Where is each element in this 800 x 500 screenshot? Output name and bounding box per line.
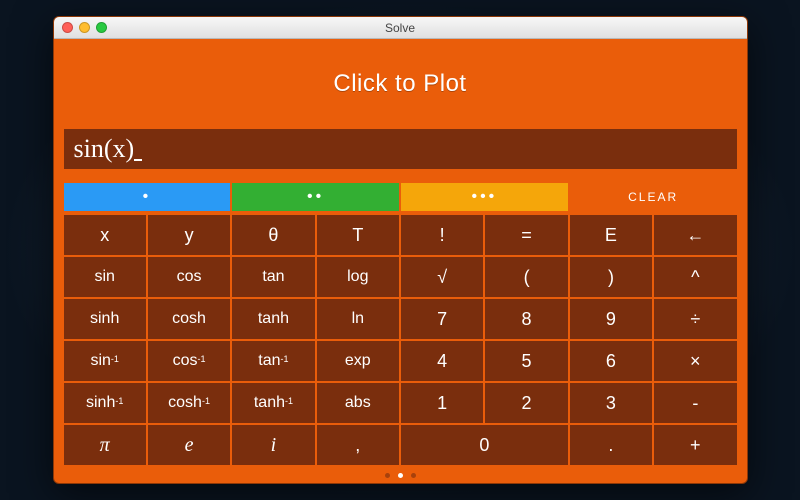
group-tab-3[interactable]: ••• xyxy=(401,183,568,211)
group-tab-1[interactable]: • xyxy=(64,183,231,211)
key-sin[interactable]: sin xyxy=(64,257,146,297)
window-title: Solve xyxy=(54,21,747,35)
plot-button[interactable]: Click to Plot xyxy=(54,39,747,129)
key-E[interactable]: E xyxy=(570,215,652,255)
keypad: x y θ T ! = E ← sin cos tan log √ ( ) ^ … xyxy=(64,215,737,465)
app-window: Solve Click to Plot sin(x) • •• ••• CLEA… xyxy=(53,16,748,484)
cursor-icon xyxy=(134,159,142,161)
page-dot-0[interactable] xyxy=(385,473,390,478)
key-cos[interactable]: cos xyxy=(148,257,230,297)
key-1[interactable]: 1 xyxy=(401,383,483,423)
plot-label: Click to Plot xyxy=(333,70,466,98)
key-multiply[interactable]: × xyxy=(654,341,736,381)
key-factorial[interactable]: ! xyxy=(401,215,483,255)
key-sqrt[interactable]: √ xyxy=(401,257,483,297)
key-tan[interactable]: tan xyxy=(232,257,314,297)
key-plus[interactable]: + xyxy=(654,425,736,465)
page-indicator xyxy=(54,467,747,483)
key-2[interactable]: 2 xyxy=(485,383,567,423)
key-5[interactable]: 5 xyxy=(485,341,567,381)
key-7[interactable]: 7 xyxy=(401,299,483,339)
key-log[interactable]: log xyxy=(317,257,399,297)
key-asinh[interactable]: sinh-1 xyxy=(64,383,146,423)
key-comma[interactable]: , xyxy=(317,425,399,465)
key-e[interactable]: e xyxy=(148,425,230,465)
key-theta[interactable]: θ xyxy=(232,215,314,255)
key-x[interactable]: x xyxy=(64,215,146,255)
key-i[interactable]: i xyxy=(232,425,314,465)
clear-button[interactable]: CLEAR xyxy=(570,183,737,211)
key-power[interactable]: ^ xyxy=(654,257,736,297)
key-exp[interactable]: exp xyxy=(317,341,399,381)
expression-text: sin(x) xyxy=(74,134,143,164)
key-rparen[interactable]: ) xyxy=(570,257,652,297)
key-atanh[interactable]: tanh-1 xyxy=(232,383,314,423)
key-abs[interactable]: abs xyxy=(317,383,399,423)
page-dot-1[interactable] xyxy=(398,473,403,478)
key-asin[interactable]: sin-1 xyxy=(64,341,146,381)
group-row: • •• ••• CLEAR xyxy=(64,183,737,211)
key-decimal[interactable]: . xyxy=(570,425,652,465)
key-tanh[interactable]: tanh xyxy=(232,299,314,339)
key-3[interactable]: 3 xyxy=(570,383,652,423)
key-9[interactable]: 9 xyxy=(570,299,652,339)
key-4[interactable]: 4 xyxy=(401,341,483,381)
titlebar: Solve xyxy=(54,17,747,39)
expression-input[interactable]: sin(x) xyxy=(64,129,737,169)
key-divide[interactable]: ÷ xyxy=(654,299,736,339)
key-acos[interactable]: cos-1 xyxy=(148,341,230,381)
key-acosh[interactable]: cosh-1 xyxy=(148,383,230,423)
key-lparen[interactable]: ( xyxy=(485,257,567,297)
key-T[interactable]: T xyxy=(317,215,399,255)
group-tab-2[interactable]: •• xyxy=(232,183,399,211)
key-y[interactable]: y xyxy=(148,215,230,255)
key-atan[interactable]: tan-1 xyxy=(232,341,314,381)
key-6[interactable]: 6 xyxy=(570,341,652,381)
key-equals[interactable]: = xyxy=(485,215,567,255)
key-0[interactable]: 0 xyxy=(401,425,568,465)
key-backspace[interactable]: ← xyxy=(654,215,736,255)
page-dot-2[interactable] xyxy=(411,473,416,478)
key-minus[interactable]: - xyxy=(654,383,736,423)
expression-value: sin(x) xyxy=(74,134,135,163)
key-cosh[interactable]: cosh xyxy=(148,299,230,339)
key-pi[interactable]: π xyxy=(64,425,146,465)
key-sinh[interactable]: sinh xyxy=(64,299,146,339)
key-ln[interactable]: ln xyxy=(317,299,399,339)
key-8[interactable]: 8 xyxy=(485,299,567,339)
